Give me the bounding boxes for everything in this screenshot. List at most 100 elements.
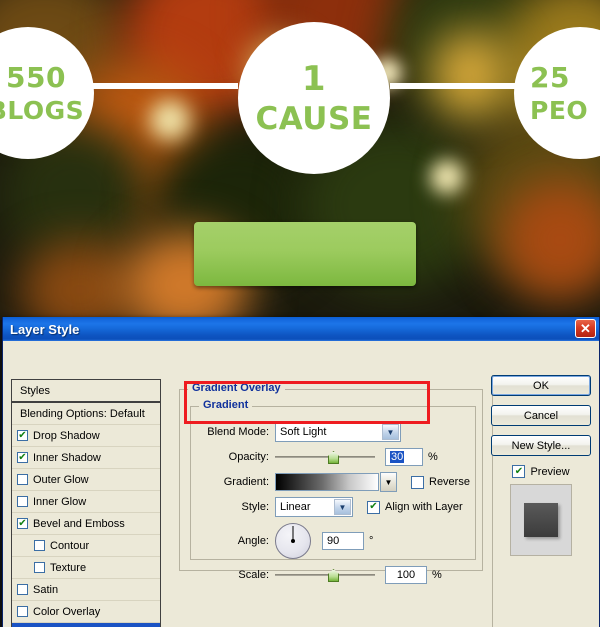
opacity-row: Opacity: 30 %: [199, 446, 467, 468]
scale-slider-track: [275, 574, 375, 576]
checkbox-satin[interactable]: [17, 584, 28, 595]
gradient-group: Gradient Blend Mode: Soft Light ▼ Opacit…: [190, 399, 476, 584]
connector-rule: [88, 83, 238, 89]
scale-slider[interactable]: [275, 566, 375, 584]
opacity-slider-track: [275, 456, 375, 458]
blend-mode-row: Blend Mode: Soft Light ▼: [199, 421, 467, 443]
angle-unit: °: [369, 535, 374, 547]
checkbox-outer-glow[interactable]: [17, 474, 28, 485]
checkbox-reverse[interactable]: [411, 475, 424, 489]
style-row-label: Texture: [50, 561, 87, 574]
blend-mode-value: Soft Light: [280, 426, 327, 438]
close-icon[interactable]: ✕: [575, 319, 596, 338]
style-row-label: Color Overlay: [33, 605, 101, 618]
style-row-outer-glow[interactable]: Outer Glow: [12, 469, 160, 491]
chevron-down-icon[interactable]: ▼: [334, 499, 351, 515]
blend-mode-select[interactable]: Soft Light ▼: [275, 422, 401, 442]
cancel-button-label: Cancel: [523, 409, 559, 422]
angle-value: 90: [327, 535, 340, 547]
style-row-bevel-and-emboss[interactable]: Bevel and Emboss: [12, 513, 160, 535]
style-row-inner-glow[interactable]: Inner Glow: [12, 491, 160, 513]
opacity-label: Opacity:: [228, 451, 269, 463]
preview-option[interactable]: Preview: [491, 465, 591, 478]
info-circle-label: CAUSE: [255, 100, 373, 137]
angle-row: Angle: 90 °: [199, 521, 467, 561]
gradient-dropdown-icon[interactable]: ▼: [380, 472, 397, 492]
gradient-style-value: Linear: [280, 501, 311, 513]
blend-mode-label: Blend Mode:: [207, 426, 269, 438]
reverse-option[interactable]: Reverse: [411, 475, 470, 489]
style-row-contour[interactable]: Contour: [12, 535, 160, 557]
angle-label: Angle:: [237, 535, 269, 547]
info-circle-cause: 1 CAUSE: [238, 22, 390, 174]
align-with-layer-option[interactable]: Align with Layer: [367, 500, 463, 514]
style-row-label: Contour: [50, 539, 90, 552]
gradient-style-select[interactable]: Linear ▼: [275, 497, 353, 517]
info-circle-number: 25: [530, 60, 570, 94]
gradient-group-title: Gradient: [199, 399, 253, 411]
dialog-title: Layer Style: [10, 321, 80, 337]
style-row-gradient-overlay[interactable]: Gradient Overlay: [12, 623, 160, 627]
ok-button[interactable]: OK: [491, 375, 591, 396]
style-row-inner-shadow[interactable]: Inner Shadow: [12, 447, 160, 469]
dialog-titlebar[interactable]: Layer Style ✕: [3, 317, 599, 341]
opacity-slider-knob[interactable]: [328, 451, 339, 464]
gradient-overlay-group: Gradient Overlay Gradient Blend Mode: So…: [179, 382, 483, 584]
angle-dial-hub: [291, 539, 295, 543]
checkbox-contour[interactable]: [34, 540, 45, 551]
style-row-texture[interactable]: Texture: [12, 557, 160, 579]
style-row: Style: Linear ▼ Align with Layer: [199, 496, 467, 518]
new-style-button[interactable]: New Style...: [491, 435, 591, 456]
checkbox-inner-shadow[interactable]: [17, 452, 28, 463]
preview-swatch-inner: [524, 503, 558, 537]
style-row-blending-options[interactable]: Blending Options: Default: [12, 403, 160, 425]
style-row-satin[interactable]: Satin: [12, 579, 160, 601]
style-row-label: Satin: [33, 583, 59, 596]
styles-list[interactable]: Blending Options: Default Drop Shadow In…: [11, 403, 161, 627]
checkbox-inner-glow[interactable]: [17, 496, 28, 507]
styles-header-label: Styles: [20, 384, 50, 397]
style-row-color-overlay[interactable]: Color Overlay: [12, 601, 160, 623]
gradient-picker[interactable]: ▼: [275, 472, 397, 492]
green-button-shape: [194, 222, 416, 286]
connector-rule: [390, 83, 515, 89]
gradient-overlay-settings: Gradient Overlay Gradient Blend Mode: So…: [171, 375, 489, 627]
style-row-drop-shadow[interactable]: Drop Shadow: [12, 425, 160, 447]
styles-panel: Styles Blending Options: Default Drop Sh…: [11, 379, 161, 627]
cancel-button[interactable]: Cancel: [491, 405, 591, 426]
checkbox-texture[interactable]: [34, 562, 45, 573]
dialog-body: Styles Blending Options: Default Drop Sh…: [3, 341, 599, 627]
angle-dial[interactable]: [275, 523, 311, 559]
ok-button-label: OK: [533, 379, 549, 392]
opacity-slider[interactable]: [275, 448, 375, 466]
info-circle-number: 1: [301, 58, 327, 99]
checkbox-drop-shadow[interactable]: [17, 430, 28, 441]
reverse-label: Reverse: [429, 476, 470, 488]
style-label: Style:: [241, 501, 269, 513]
align-with-layer-label: Align with Layer: [385, 501, 463, 513]
info-circle-label: BLOGS: [0, 95, 85, 125]
opacity-unit: %: [428, 451, 438, 463]
chevron-down-icon[interactable]: ▼: [382, 424, 399, 440]
gradient-preview-bar[interactable]: [275, 473, 379, 491]
screenshot-root: 550 BLOGS 1 CAUSE 25 PEO Layer Style ✕: [0, 0, 600, 627]
info-circle-number: 550: [6, 60, 66, 94]
scale-slider-knob[interactable]: [328, 569, 339, 582]
photo-blob: [150, 100, 190, 140]
opacity-value: 30: [390, 451, 405, 463]
style-row-label: Inner Glow: [33, 495, 87, 508]
angle-input[interactable]: 90: [322, 532, 364, 550]
checkbox-align-with-layer[interactable]: [367, 500, 380, 514]
checkbox-preview[interactable]: [512, 465, 526, 478]
style-row-label: Bevel and Emboss: [33, 517, 125, 530]
checkbox-color-overlay[interactable]: [17, 606, 28, 617]
info-circle-label: PEO: [530, 95, 589, 125]
checkbox-bevel-and-emboss[interactable]: [17, 518, 28, 529]
styles-header: Styles: [11, 379, 161, 403]
scale-input[interactable]: 100: [385, 566, 427, 584]
scale-label: Scale:: [238, 569, 269, 581]
new-style-button-label: New Style...: [511, 439, 571, 452]
preview-swatch: [510, 484, 572, 556]
opacity-input[interactable]: 30: [385, 448, 423, 466]
layer-style-dialog: Layer Style ✕ Styles Blending Options: D…: [2, 317, 600, 627]
